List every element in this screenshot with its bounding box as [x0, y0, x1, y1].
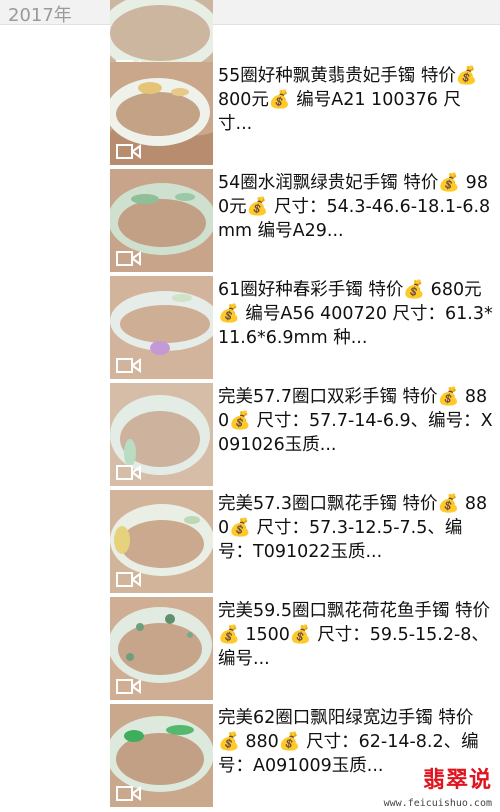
post-caption: 55圈好种飘黄翡贵妃手镯 特价💰 800元💰 编号A21 100376 尺寸..…	[218, 66, 484, 134]
post-thumbnail[interactable]	[110, 169, 213, 272]
post-thumbnail[interactable]	[110, 490, 213, 593]
video-icon	[116, 679, 141, 694]
post-item[interactable]: 完美57.7圈口双彩手镯 特价💰 880💰 尺寸：57.7-14-6.9、编号：…	[0, 383, 500, 489]
site-watermark: 翡翠说 www.feicuishuo.com	[384, 768, 500, 812]
watermark-url: www.feicuishuo.com	[383, 798, 492, 809]
video-icon	[116, 786, 141, 801]
post-thumbnail[interactable]	[110, 704, 213, 807]
post-thumbnail[interactable]	[110, 62, 213, 165]
video-icon	[116, 358, 141, 373]
post-caption: 完美57.3圈口飘花手镯 特价💰 880💰 尺寸：57.3-12.5-7.5、编…	[218, 494, 488, 562]
post-item[interactable]: 完美59.5圈口飘花荷花鱼手镯 特价💰 1500💰 尺寸：59.5-15.2-8…	[0, 597, 500, 703]
post-thumbnail[interactable]	[110, 597, 213, 700]
post-caption: 完美59.5圈口飘花荷花鱼手镯 特价💰 1500💰 尺寸：59.5-15.2-8…	[218, 601, 491, 669]
post-thumbnail[interactable]	[110, 276, 213, 379]
post-item[interactable]: 54圈水润飘绿贵妃手镯 特价💰 980元💰 尺寸：54.3-46.6-18.1-…	[0, 169, 500, 275]
post-item[interactable]: 61圈好种春彩手镯 特价💰 680元💰 编号A56 400720 尺寸：61.3…	[0, 276, 500, 382]
watermark-title: 翡翠说	[422, 768, 492, 793]
post-caption: 61圈好种春彩手镯 特价💰 680元💰 编号A56 400720 尺寸：61.3…	[218, 280, 493, 348]
post-item[interactable]: 55圈好种飘黄翡贵妃手镯 特价💰 800元💰 编号A21 100376 尺寸..…	[0, 62, 500, 168]
post-caption: 54圈水润飘绿贵妃手镯 特价💰 980元💰 尺寸：54.3-46.6-18.1-…	[218, 173, 491, 241]
post-item[interactable]: 完美57.3圈口飘花手镯 特价💰 880💰 尺寸：57.3-12.5-7.5、编…	[0, 490, 500, 596]
video-icon	[116, 144, 141, 159]
video-icon	[116, 465, 141, 480]
video-icon	[116, 572, 141, 587]
post-caption: 完美57.7圈口双彩手镯 特价💰 880💰 尺寸：57.7-14-6.9、编号：…	[218, 387, 493, 455]
video-icon	[116, 251, 141, 266]
post-thumbnail[interactable]	[110, 383, 213, 486]
